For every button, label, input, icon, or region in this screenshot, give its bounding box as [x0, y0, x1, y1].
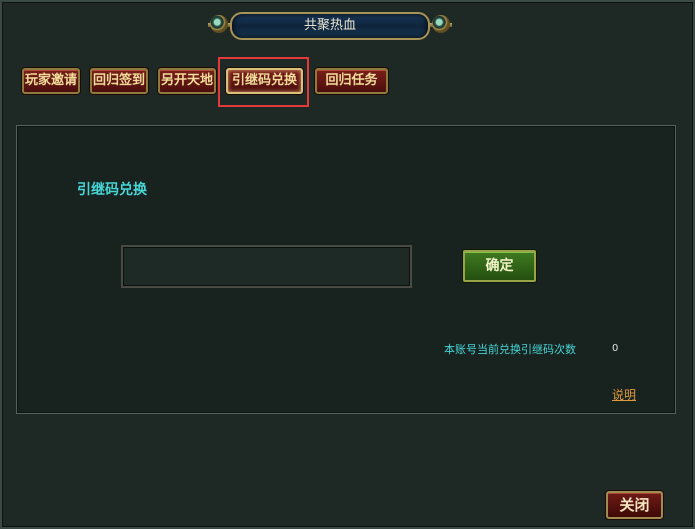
exchange-count-value: 0 — [612, 343, 619, 354]
tab-player-invite[interactable]: 玩家邀请 — [22, 68, 80, 94]
help-link[interactable]: 说明 — [612, 386, 636, 403]
tab-new-world[interactable]: 另开天地 — [158, 68, 216, 94]
active-tab-highlight — [218, 57, 309, 107]
tab-return-checkin[interactable]: 回归签到 — [90, 68, 148, 94]
section-title: 引继码兑换 — [77, 182, 147, 198]
window-title: 共聚热血 — [230, 12, 430, 40]
main-panel: 引继码兑换 确定 本账号当前兑换引继码次数 0 说明 — [16, 125, 676, 414]
close-button[interactable]: 关闭 — [606, 491, 663, 519]
title-ornament-right-icon — [432, 15, 450, 33]
tab-return-tasks[interactable]: 回归任务 — [315, 68, 388, 94]
confirm-button[interactable]: 确定 — [463, 250, 536, 282]
title-ornament-left-icon — [210, 15, 228, 33]
dialog-window: 共聚热血 玩家邀请 回归签到 另开天地 引继码兑换 回归任务 引继码兑换 确定 … — [0, 0, 695, 529]
title-plate: 共聚热血 — [208, 10, 452, 40]
exchange-count-label: 本账号当前兑换引继码次数 — [444, 343, 576, 356]
code-input[interactable] — [121, 245, 412, 288]
